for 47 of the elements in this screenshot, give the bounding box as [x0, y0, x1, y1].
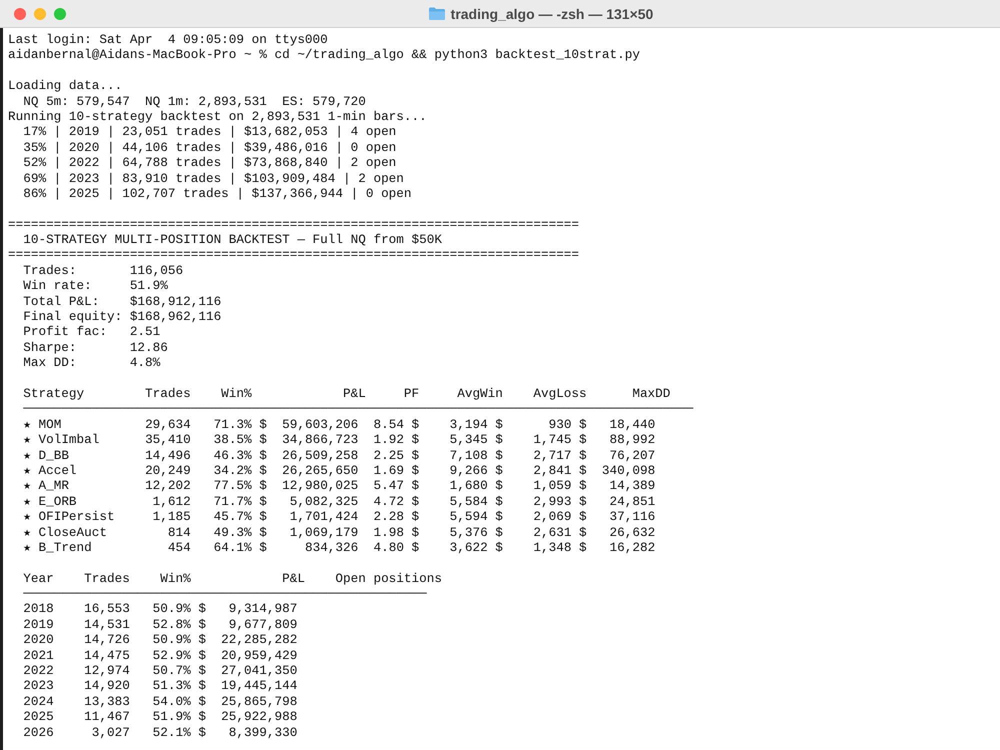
terminal-line: 2023 14,920 51.3% $ 19,445,144	[22, 678, 298, 694]
terminal-line: 10-STRATEGY MULTI-POSITION BACKTEST — Full NQ from $50K	[22, 232, 443, 248]
terminal-line: Total P&L: $168,912,116	[22, 294, 222, 310]
zoom-button[interactable]	[54, 8, 66, 20]
terminal-line: Strategy Trades Win% P&L PF AvgWin AvgLoss MaxDD	[22, 386, 672, 402]
terminal-line: 2022 12,974 50.7% $ 27,041,350	[22, 663, 298, 678]
folder-icon	[428, 7, 445, 20]
terminal-line: Sharpe: 12.86	[22, 340, 169, 356]
terminal-line: ★ MOM 29,634 71.3% $ 59,603,206 8.54 $ 3,194 $ 930 $ 18,440	[22, 416, 656, 432]
terminal-line: ★ D_BB 14,496 46.3% $ 26,509,258 2.25 $ 7,108 $ 2,717 $ 76,207	[22, 448, 656, 463]
close-button[interactable]	[14, 8, 26, 20]
terminal-line: 2020 14,726 50.9% $ 22,285,282	[22, 632, 298, 648]
minimize-button[interactable]	[34, 8, 46, 20]
terminal-line: 17% | 2019 | 23,051 trades | $13,682,053 | 4 open	[22, 124, 398, 140]
terminal-line: Win rate: 51.9%	[22, 278, 169, 294]
terminal-line: Year Trades Win% P&L Open positions	[22, 570, 443, 586]
terminal-line: ★ Accel 20,249 34.2% $ 26,265,650 1.69 $ 9,266 $ 2,841 $ 340,098	[22, 462, 656, 478]
terminal-line: 2019 14,531 52.8% $ 9,677,809	[22, 616, 298, 632]
terminal-line: 2021 14,475 52.9% $ 20,959,429	[22, 648, 298, 664]
terminal-line: ===========================================================================	[8, 216, 580, 232]
terminal-line: 35% | 2020 | 44,106 trades | $39,486,016 | 0 open	[22, 140, 398, 156]
terminal-line: Trades: 116,056	[22, 262, 184, 278]
terminal-line: ────────────────────────────────────────────────────────────────────────────────────────	[22, 401, 694, 417]
terminal-line: Last login: Sat Apr 4 09:05:09 on ttys000	[8, 32, 329, 48]
terminal-line: Final equity: $168,962,116	[22, 309, 222, 324]
terminal-line: Max DD: 4.8%	[22, 355, 162, 371]
terminal-line: ★ E_ORB 1,612 71.7% $ 5,082,325 4.72 $ 5,584 $ 2,993 $ 24,851	[22, 494, 656, 510]
terminal-line: 2024 13,383 54.0% $ 25,865,798	[22, 694, 298, 710]
terminal-line: ★ A_MR 12,202 77.5% $ 12,980,025 5.47 $ 1,680 $ 1,059 $ 14,389	[22, 478, 656, 494]
terminal-line: Loading data...	[8, 78, 124, 94]
terminal-line: 69% | 2023 | 83,910 trades | $103,909,484 | 2 open	[22, 170, 405, 186]
terminal-line: 2026 3,027 52.1% $ 8,399,330	[22, 724, 298, 740]
terminal-line: aidanbernal@Aidans-MacBook-Pro ~ % cd ~/trading_algo && python3 backtest_10strat.py	[8, 47, 641, 63]
terminal-line: Profit fac: 2.51	[22, 324, 162, 340]
terminal-line: 2025 11,467 51.9% $ 25,922,988	[22, 709, 298, 725]
terminal-line: ─────────────────────────────────────────────────────	[22, 586, 428, 602]
terminal-line: ★ B_Trend 454 64.1% $ 834,326 4.80 $ 3,622 $ 1,348 $ 16,282	[22, 540, 656, 556]
terminal-line: ★ OFIPersist 1,185 45.7% $ 1,701,424 2.28 $ 5,594 $ 2,069 $ 37,116	[22, 509, 656, 524]
window-title: trading_algo — -zsh — 131×50	[450, 6, 654, 22]
terminal-line: 2018 16,553 50.9% $ 9,314,987	[22, 601, 298, 617]
terminal-line: Running 10-strategy backtest on 2,893,531 1-min bars...	[8, 108, 428, 124]
terminal-line: ★ VolImbal 35,410 38.5% $ 34,866,723 1.92 $ 5,345 $ 1,745 $ 88,992	[22, 432, 656, 448]
terminal-line: ★ CloseAuct 814 49.3% $ 1,069,179 1.98 $ 5,376 $ 2,631 $ 26,632	[22, 524, 656, 540]
terminal-line: 86% | 2025 | 102,707 trades | $137,366,944 | 0 open	[22, 186, 413, 202]
terminal-line: NQ 5m: 579,547 NQ 1m: 2,893,531 ES: 579,720	[22, 94, 367, 109]
terminal-line: 52% | 2022 | 64,788 trades | $73,868,840 | 2 open	[22, 155, 398, 171]
terminal-line: ===========================================================================	[8, 247, 580, 263]
